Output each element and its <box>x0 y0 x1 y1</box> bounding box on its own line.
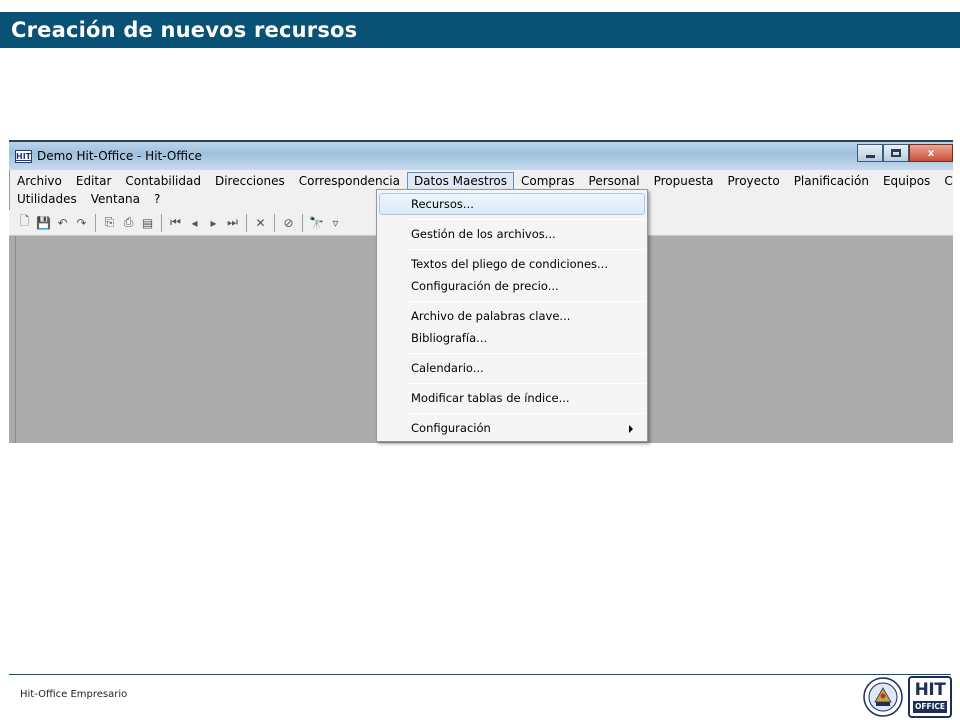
first-icon[interactable]: ⏮ <box>166 214 185 232</box>
undo-icon[interactable]: ↶ <box>53 214 72 232</box>
menu-personal[interactable]: Personal <box>582 172 647 190</box>
toolbar-separator <box>246 213 247 232</box>
toolbar-separator <box>161 213 162 232</box>
dropdown-item-calendario[interactable]: Calendario... <box>379 357 645 379</box>
dropdown-separator <box>407 413 645 414</box>
dropdown-separator <box>407 249 645 250</box>
maximize-icon[interactable] <box>883 144 909 162</box>
toolbar-separator <box>95 213 96 232</box>
submenu-arrow-icon <box>629 425 633 433</box>
footer-divider <box>9 674 951 675</box>
new-icon[interactable]: 🗋 <box>15 214 34 232</box>
slide-title: Creación de nuevos recursos <box>0 12 960 48</box>
dropdown-item-recursos[interactable]: Recursos... <box>379 193 645 215</box>
save-icon[interactable]: 💾 <box>34 214 53 232</box>
preview-icon[interactable]: ▤ <box>138 214 157 232</box>
hit-office-logo: HIT OFFICE <box>908 676 952 718</box>
menu-propuesta[interactable]: Propuesta <box>647 172 721 190</box>
next-icon[interactable]: ▸ <box>204 214 223 232</box>
window-title: Demo Hit-Office - Hit-Office <box>37 149 202 163</box>
menu-compras[interactable]: Compras <box>514 172 582 190</box>
redo-icon[interactable]: ↷ <box>72 214 91 232</box>
menu-help[interactable]: ? <box>147 190 167 208</box>
logo-hit-text: HIT <box>914 680 946 700</box>
menu-ventana[interactable]: Ventana <box>84 190 147 208</box>
dropdown-separator <box>407 301 645 302</box>
menubar-row-1: Archivo Editar Contabilidad Direcciones … <box>10 172 953 190</box>
print-icon[interactable]: ⎙ <box>119 214 138 232</box>
find-icon[interactable]: 🔭 <box>307 214 326 232</box>
filter-icon[interactable]: ▿ <box>326 214 345 232</box>
menu-archivo[interactable]: Archivo <box>10 172 69 190</box>
menu-editar[interactable]: Editar <box>69 172 119 190</box>
dropdown-item-tablas-indice[interactable]: Modificar tablas de índice... <box>379 387 645 409</box>
minimize-icon[interactable] <box>857 144 883 162</box>
menu-contabilidad[interactable]: Contabilidad <box>118 172 208 190</box>
menu-datos-maestros[interactable]: Datos Maestros <box>406 172 514 190</box>
menu-configuracion[interactable]: Configuración <box>937 172 953 190</box>
dropdown-separator <box>407 353 645 354</box>
dropdown-item-gestion-archivos[interactable]: Gestión de los archivos... <box>379 223 645 245</box>
menubar-row-2: Utilidades Ventana ? <box>10 190 167 208</box>
dropdown-separator <box>407 219 645 220</box>
menu-planificacion[interactable]: Planificación <box>787 172 876 190</box>
menu-proyecto[interactable]: Proyecto <box>721 172 787 190</box>
menu-direcciones[interactable]: Direcciones <box>208 172 292 190</box>
dropdown-item-configuracion-label: Configuración <box>411 421 491 435</box>
footer-text: Hit-Office Empresario <box>20 689 128 700</box>
menu-equipos[interactable]: Equipos <box>876 172 937 190</box>
copy-icon[interactable]: ⎘ <box>100 214 119 232</box>
menu-correspondencia[interactable]: Correspondencia <box>292 172 407 190</box>
window-controls: x <box>857 144 953 162</box>
logo-office-text: OFFICE <box>913 701 947 713</box>
slide: Creación de nuevos recursos HIT Demo Hit… <box>0 0 960 720</box>
toolbar-separator <box>274 213 275 232</box>
dropdown-item-palabras-clave[interactable]: Archivo de palabras clave... <box>379 305 645 327</box>
datos-maestros-dropdown: Recursos... Gestión de los archivos... T… <box>376 189 648 442</box>
dropdown-item-configuracion-precio[interactable]: Configuración de precio... <box>379 275 645 297</box>
toolbar-separator <box>302 213 303 232</box>
delete-icon[interactable]: ✕ <box>251 214 270 232</box>
link-icon[interactable]: ⊘ <box>279 214 298 232</box>
hit-app-icon: HIT <box>15 150 32 163</box>
close-icon[interactable]: x <box>909 144 953 162</box>
seal-icon <box>863 677 903 717</box>
dropdown-item-bibliografia[interactable]: Bibliografía... <box>379 327 645 349</box>
last-icon[interactable]: ⏭ <box>223 214 242 232</box>
dropdown-item-configuracion[interactable]: Configuración <box>379 417 645 439</box>
menu-utilidades[interactable]: Utilidades <box>10 190 84 208</box>
dropdown-item-textos-pliego[interactable]: Textos del pliego de condiciones... <box>379 253 645 275</box>
window-titlebar: HIT Demo Hit-Office - Hit-Office x <box>9 140 953 170</box>
prev-icon[interactable]: ◂ <box>185 214 204 232</box>
dropdown-separator <box>407 383 645 384</box>
